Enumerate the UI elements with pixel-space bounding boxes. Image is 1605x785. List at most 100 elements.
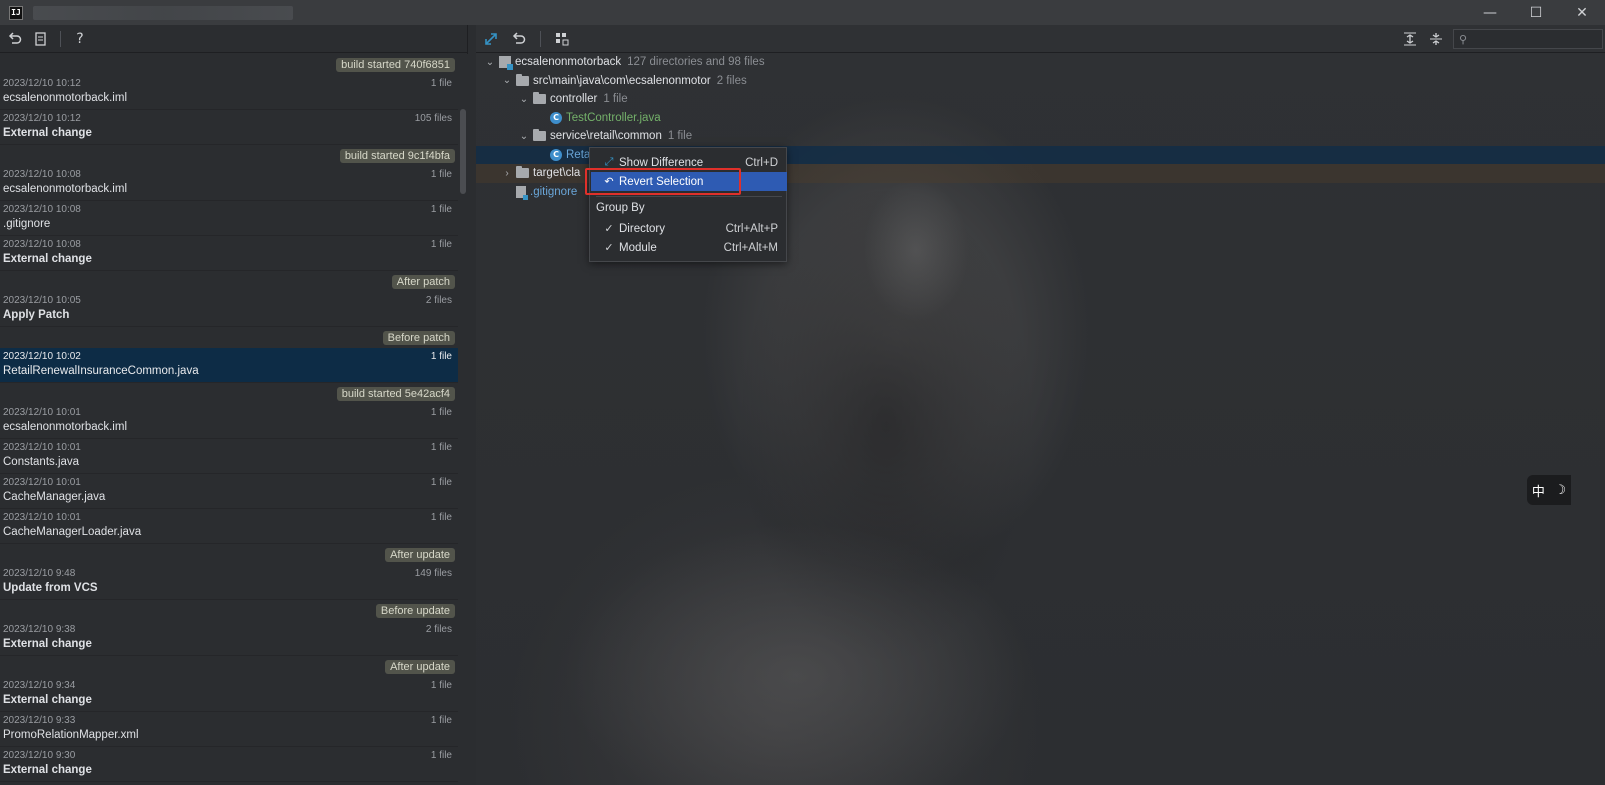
history-label-row: Before patch (0, 327, 458, 348)
tree-node-count: 1 file (603, 93, 628, 106)
chevron-icon[interactable]: ⌄ (518, 94, 530, 105)
history-label-tag: After patch (391, 274, 455, 289)
history-item-name: ecsalenonmotorback.iml (3, 421, 128, 433)
history-item-file-count: 1 file (430, 477, 452, 488)
close-button[interactable]: ✕ (1559, 0, 1605, 25)
history-item[interactable]: 2023/12/10 9:33 1 file PromoRelationMapper… (0, 712, 458, 747)
chevron-icon[interactable]: ⌄ (484, 57, 496, 68)
history-item-file-count: 1 file (430, 78, 452, 89)
show-diff-icon: ⤢ (604, 156, 614, 168)
menu-item-revert-selection[interactable]: ↶ Revert Selection (591, 172, 787, 191)
patch-icon[interactable] (32, 30, 50, 48)
history-item-meta: 2023/12/10 10:08 1 file (3, 168, 452, 181)
collapse-all-icon[interactable] (1427, 30, 1445, 48)
history-item-name: ecsalenonmotorback.iml (3, 183, 128, 195)
history-item-name: External change (3, 253, 92, 265)
chevron-icon[interactable]: ⌄ (518, 131, 530, 142)
window-title-blurred (33, 5, 293, 20)
history-item-file-count: 2 files (425, 295, 452, 306)
history-item-meta: 2023/12/10 10:05 2 files (3, 294, 452, 307)
tree-node-label: TestController.java (566, 111, 661, 124)
history-item-file-count: 1 file (430, 512, 452, 523)
history-item[interactable]: 2023/12/10 9:38 2 files External change (0, 621, 458, 656)
tree-node-folder[interactable]: ⌄ service\retail\common 1 file (476, 127, 1605, 146)
history-item-file-count: 1 file (430, 407, 452, 418)
group-by-icon[interactable] (553, 30, 571, 48)
toolbar-divider (60, 30, 61, 47)
folder-icon (533, 92, 546, 105)
history-item-file-count: 1 file (430, 680, 452, 691)
show-diff-icon[interactable] (482, 30, 500, 48)
history-item[interactable]: 2023/12/10 10:01 1 file Constants.java (0, 439, 458, 474)
history-item[interactable]: 2023/12/10 10:12 1 file ecsalenonmotorback… (0, 75, 458, 110)
history-item-date: 2023/12/10 9:30 (3, 750, 76, 761)
history-label-row: build started 5e42acf4 (0, 383, 458, 404)
history-item[interactable]: 2023/12/10 10:12 105 files External change (0, 110, 458, 145)
menu-item-group-module[interactable]: ✓ Module Ctrl+Alt+M (591, 238, 787, 257)
history-item-name: PromoRelationMapper.xml (3, 729, 139, 741)
tree-node-label: target\cla (533, 167, 581, 180)
history-label-tag: Before update (375, 603, 455, 618)
history-label-tag: build started 9c1f4bfa (339, 148, 455, 163)
folder-icon (533, 129, 546, 142)
search-field[interactable]: ⚲ (1453, 29, 1603, 49)
chevron-icon[interactable]: › (501, 168, 513, 179)
revert-icon[interactable] (510, 30, 528, 48)
history-item-meta: 2023/12/10 10:01 1 file (3, 441, 452, 454)
history-label-tag: build started 740f6851 (336, 57, 455, 72)
history-item-file-count: 1 file (430, 442, 452, 453)
history-item-meta: 2023/12/10 9:34 1 file (3, 679, 452, 692)
chevron-icon[interactable]: ⌄ (501, 75, 513, 86)
history-item-date: 2023/12/10 10:01 (3, 407, 81, 418)
history-item-date: 2023/12/10 10:12 (3, 113, 81, 124)
history-item-date: 2023/12/10 10:01 (3, 442, 81, 453)
tree-node-folder[interactable]: ⌄ controller 1 file (476, 90, 1605, 109)
history-item[interactable]: 2023/12/10 9:48 149 files Update from VCS (0, 565, 458, 600)
history-item-date: 2023/12/10 9:48 (3, 568, 76, 579)
history-item[interactable]: 2023/12/10 10:01 1 file CacheManager.java (0, 474, 458, 509)
history-item[interactable]: 2023/12/10 10:05 2 files Apply Patch (0, 292, 458, 327)
history-label-row: build started 9c1f4bfa (0, 145, 458, 166)
history-item[interactable]: 2023/12/10 9:30 1 file External change (0, 747, 458, 782)
menu-item-show-difference[interactable]: ⤢ Show Difference Ctrl+D (591, 153, 787, 172)
history-item-date: 2023/12/10 10:08 (3, 239, 81, 250)
history-item-file-count: 1 file (430, 750, 452, 761)
window-controls: — ☐ ✕ (1467, 0, 1605, 25)
history-label-row: After update (0, 544, 458, 565)
tree-node-module[interactable]: ⌄ ecsalenonmotorback 127 directories and 9… (476, 53, 1605, 72)
tree-node-label: src\main\java\com\ecsalenonmotor (533, 74, 711, 87)
history-item[interactable]: 2023/12/10 10:01 1 file ecsalenonmotorback… (0, 404, 458, 439)
menu-item-group-directory[interactable]: ✓ Directory Ctrl+Alt+P (591, 219, 787, 238)
tree-node-folder[interactable]: ⌄ src\main\java\com\ecsalenonmotor 2 files (476, 72, 1605, 91)
checkmark-icon: ✓ (604, 223, 614, 235)
history-item[interactable]: 2023/12/10 10:01 1 file CacheManagerLoader… (0, 509, 458, 544)
scrollbar-thumb[interactable] (460, 109, 466, 194)
module-icon (499, 56, 513, 71)
history-item-date: 2023/12/10 10:12 (3, 78, 81, 89)
search-input[interactable] (1467, 32, 1588, 46)
maximize-button[interactable]: ☐ (1513, 0, 1559, 25)
history-item[interactable]: 2023/12/10 10:02 1 file RetailRenewalInsur… (0, 348, 458, 383)
revert-icon: ↶ (604, 176, 614, 188)
history-item[interactable]: 2023/12/10 10:08 1 file .gitignore (0, 201, 458, 236)
history-item[interactable]: 2023/12/10 10:08 1 file ecsalenonmotorback… (0, 166, 458, 201)
history-scrollbar[interactable] (459, 54, 468, 785)
tree-node-label: controller (550, 93, 598, 106)
expand-all-icon[interactable] (1401, 30, 1419, 48)
history-item-meta: 2023/12/10 9:30 1 file (3, 749, 452, 762)
ime-indicator[interactable]: 中 ☽ (1527, 475, 1571, 505)
revert-icon[interactable] (6, 30, 24, 48)
history-item[interactable]: 2023/12/10 9:34 1 file External change (0, 677, 458, 712)
history-item-date: 2023/12/10 9:38 (3, 624, 76, 635)
intellij-logo-icon: IJ (9, 5, 23, 20)
help-icon[interactable]: ? (71, 30, 89, 48)
history-item[interactable]: 2023/12/10 10:08 1 file External change (0, 236, 458, 271)
history-label-tag: After update (385, 659, 455, 674)
tree-node-class[interactable]: C TestController.java (476, 109, 1605, 128)
minimize-button[interactable]: — (1467, 0, 1513, 25)
history-item-file-count: 1 file (430, 351, 452, 362)
history-item-meta: 2023/12/10 10:02 1 file (3, 350, 452, 363)
history-item-date: 2023/12/10 10:02 (3, 351, 81, 362)
folder-icon (516, 166, 529, 179)
changes-toolbar: ⚲ (476, 25, 1605, 53)
